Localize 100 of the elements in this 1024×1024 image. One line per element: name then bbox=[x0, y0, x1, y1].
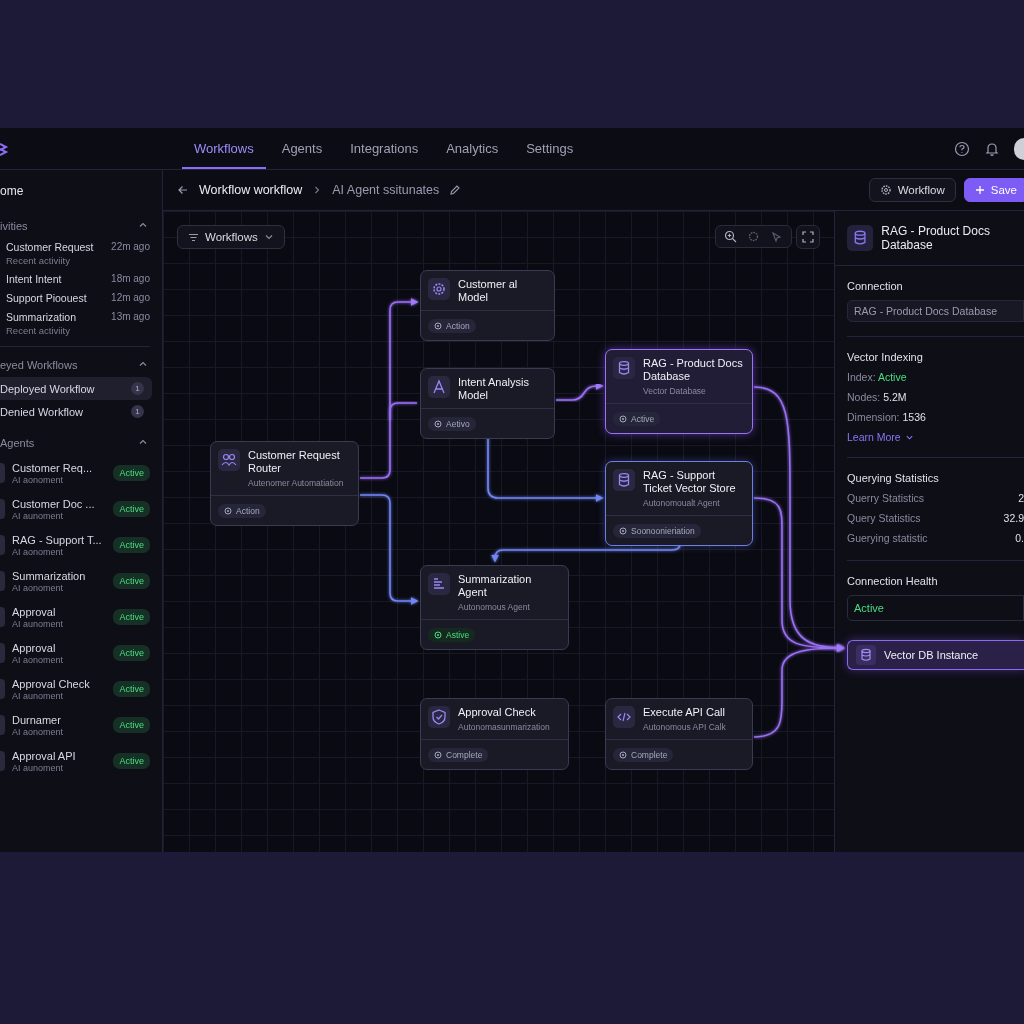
logo-icon[interactable] bbox=[0, 140, 10, 157]
status-badge: Active bbox=[113, 573, 150, 589]
workflow-item[interactable]: Deployed Workflow 1 bbox=[0, 377, 152, 400]
status-badge: Active bbox=[113, 501, 150, 517]
fullscreen-button[interactable] bbox=[796, 225, 820, 249]
nav-tab[interactable]: Analytics bbox=[434, 128, 511, 169]
filter-icon bbox=[188, 231, 199, 243]
node-title: RAG - Product Docs Database bbox=[643, 357, 744, 384]
node-title: Intent Analysis Model bbox=[458, 376, 530, 403]
pointer-icon[interactable] bbox=[770, 230, 783, 243]
workflow-node[interactable]: RAG - Product Docs Database Vector Database Active bbox=[605, 349, 753, 435]
home-link[interactable]: ome bbox=[0, 170, 162, 210]
activity-item[interactable]: Support Pioouest 12m ago bbox=[0, 289, 162, 308]
status-badge: Active bbox=[113, 609, 150, 625]
status-badge: Active bbox=[113, 537, 150, 553]
node-title: RAG - Support Ticket Vector Store bbox=[643, 469, 737, 496]
stat-value: 32.9 bbox=[1003, 512, 1024, 524]
gear-icon bbox=[879, 184, 892, 196]
workflow-button[interactable]: Workflow bbox=[868, 178, 956, 202]
nav-tab[interactable]: Integrations bbox=[338, 128, 431, 169]
node-title: Execute API Call bbox=[643, 706, 726, 720]
status-badge: Active bbox=[113, 681, 150, 697]
chevron-up-icon[interactable] bbox=[138, 437, 148, 447]
agent-item[interactable]: Durnamer AI aonoment bbox=[12, 713, 64, 737]
workflow-item[interactable]: Denied Workflow 1 bbox=[0, 400, 152, 423]
section-title: Agents bbox=[0, 437, 35, 449]
agent-item[interactable]: Approval AI aonoment bbox=[12, 641, 64, 665]
chevron-up-icon[interactable] bbox=[138, 220, 148, 230]
plus-icon bbox=[974, 185, 985, 195]
save-button[interactable]: Save bbox=[963, 178, 1024, 202]
node-subtitle: Autonomasunmarization bbox=[458, 722, 550, 734]
workflows-dropdown[interactable]: Workflows bbox=[177, 225, 285, 249]
workflow-node[interactable]: Intent Analysis Model Aetivo bbox=[420, 368, 555, 440]
bell-icon[interactable] bbox=[984, 140, 1000, 157]
chevron-down-icon[interactable] bbox=[263, 232, 274, 242]
breadcrumb-link[interactable]: Workflow workflow bbox=[199, 183, 303, 197]
status-badge: Active bbox=[113, 645, 150, 661]
activity-item[interactable]: Summarization Recent activiity 13m ago bbox=[0, 308, 162, 340]
document-icon bbox=[428, 573, 450, 595]
agent-item[interactable]: RAG - Support T... AI aonoment bbox=[12, 533, 102, 557]
nav-tab[interactable]: Settings bbox=[514, 128, 586, 169]
chevron-up-icon[interactable] bbox=[138, 359, 148, 369]
shield-check-icon bbox=[428, 706, 450, 728]
stat-row-text: Nodes: 5.2M bbox=[847, 391, 908, 403]
node-title: Summarization Agent bbox=[458, 573, 533, 600]
section-title: Connection bbox=[847, 280, 904, 292]
avatar[interactable] bbox=[1014, 137, 1024, 160]
workflow-node[interactable]: RAG - Support Ticket Vector Store Autonomoualt Agent Soonoonieriation bbox=[605, 461, 753, 547]
workflow-node[interactable]: Execute API Call Autonomous API Calk Complete bbox=[605, 698, 753, 771]
count-badge: 1 bbox=[131, 405, 144, 418]
activity-item[interactable]: Intent Intent 18m ago bbox=[0, 270, 162, 289]
status-badge: Active bbox=[613, 412, 661, 427]
nav-tab[interactable]: Agents bbox=[269, 128, 335, 169]
stat-row-text: Dimension: 1536 bbox=[847, 411, 927, 423]
stat-row-text: Index: Active bbox=[847, 371, 908, 383]
agent-item[interactable]: Approval AI aunoment bbox=[12, 605, 64, 629]
learn-more-link[interactable]: Learn More bbox=[847, 431, 1024, 443]
gear-icon bbox=[428, 278, 450, 300]
agent-item[interactable]: Summarization AI aonoment bbox=[12, 569, 86, 593]
node-subtitle: Autonomous Agent bbox=[458, 602, 531, 614]
database-icon bbox=[856, 645, 876, 665]
zoom-in-icon[interactable] bbox=[724, 230, 737, 243]
connection-field[interactable]: RAG - Product Docs Database bbox=[847, 300, 1024, 322]
count-badge: 1 bbox=[131, 382, 144, 395]
section-title: eyed Workflows bbox=[0, 359, 78, 371]
status-badge: Soonoonieriation bbox=[613, 524, 701, 539]
fullscreen-icon bbox=[802, 231, 814, 243]
gear-icon[interactable] bbox=[747, 230, 760, 243]
node-title: Approval Check bbox=[458, 706, 537, 720]
section-title: ivities bbox=[0, 220, 28, 232]
workflow-node[interactable]: Summarization Agent Autonomous Agent Astive bbox=[420, 565, 569, 651]
stat-label: Query Statistics bbox=[847, 512, 921, 524]
node-title: Customer Request Router bbox=[248, 449, 341, 476]
nav-tab[interactable]: Workflows bbox=[182, 128, 266, 169]
back-arrow-icon[interactable] bbox=[177, 184, 189, 196]
help-icon[interactable] bbox=[954, 140, 970, 157]
status-badge: Astive bbox=[428, 628, 476, 643]
database-icon bbox=[613, 357, 635, 379]
status-badge: Complete bbox=[428, 748, 489, 763]
status-badge: Aetivo bbox=[428, 417, 476, 432]
node-subtitle: Vector Database bbox=[643, 386, 707, 398]
node-title: Customer al Model bbox=[458, 278, 519, 305]
node-subtitle: Autonomous API Calk bbox=[643, 722, 726, 734]
status-badge: Active bbox=[113, 465, 150, 481]
pencil-icon[interactable] bbox=[449, 184, 462, 196]
stat-value: 2 bbox=[1018, 492, 1024, 504]
activity-item[interactable]: Customer Request Recent activiity 22m ago bbox=[0, 238, 162, 270]
workflow-node[interactable]: Customer al Model Action bbox=[420, 270, 555, 342]
agent-item[interactable]: Customer Doc ... AI aunoment bbox=[12, 497, 95, 521]
agent-item[interactable]: Approval API AI aunoment bbox=[12, 749, 76, 773]
workflow-node[interactable]: Vector DB Instance bbox=[847, 640, 1024, 670]
database-icon bbox=[613, 469, 635, 491]
section-title: Vector Indexing bbox=[847, 351, 924, 363]
health-select[interactable]: Active bbox=[847, 595, 1024, 621]
breadcrumb-current: AI Agent ssitunates bbox=[332, 183, 440, 197]
workflow-node[interactable]: Approval Check Autonomasunmarization Complete bbox=[420, 698, 569, 771]
agent-item[interactable]: Approval Check AI aunoment bbox=[12, 677, 90, 701]
status-badge: Active bbox=[113, 753, 150, 769]
workflow-node[interactable]: Customer Request Router Autenomer Automatiation Action bbox=[210, 441, 359, 527]
agent-item[interactable]: Customer Req... AI aonoment bbox=[12, 461, 93, 485]
